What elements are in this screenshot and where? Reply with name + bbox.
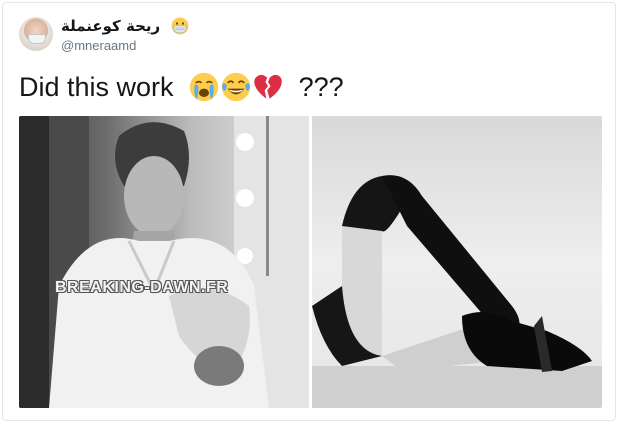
tweet-text-main: Did this work [19,72,174,102]
left-photo[interactable]: BREAKING-DAWN.FR [19,116,309,408]
tweet-text: Did this work ??? [19,69,344,105]
tweet-card: ريحة كوعنملة @mneraamd Did this work ???… [2,2,616,421]
tweet-text-question: ??? [298,72,344,102]
tweet-media[interactable]: BREAKING-DAWN.FR [19,116,602,408]
legs-boots-illustration [312,175,602,408]
avatar-mask-shape [28,34,46,44]
mask-emoji-icon [171,17,189,35]
avatar[interactable] [19,17,53,51]
watermark-text: BREAKING-DAWN.FR [55,279,229,296]
right-photo[interactable] [312,116,602,408]
tears-of-joy-icon [221,72,251,102]
man-portrait-illustration [19,116,309,408]
display-name[interactable]: ريحة كوعنملة [61,17,160,35]
user-names: ريحة كوعنملة @mneraamd [61,17,189,53]
crying-face-icon [189,72,219,102]
broken-heart-icon [254,74,282,99]
user-handle[interactable]: @mneraamd [61,38,189,53]
